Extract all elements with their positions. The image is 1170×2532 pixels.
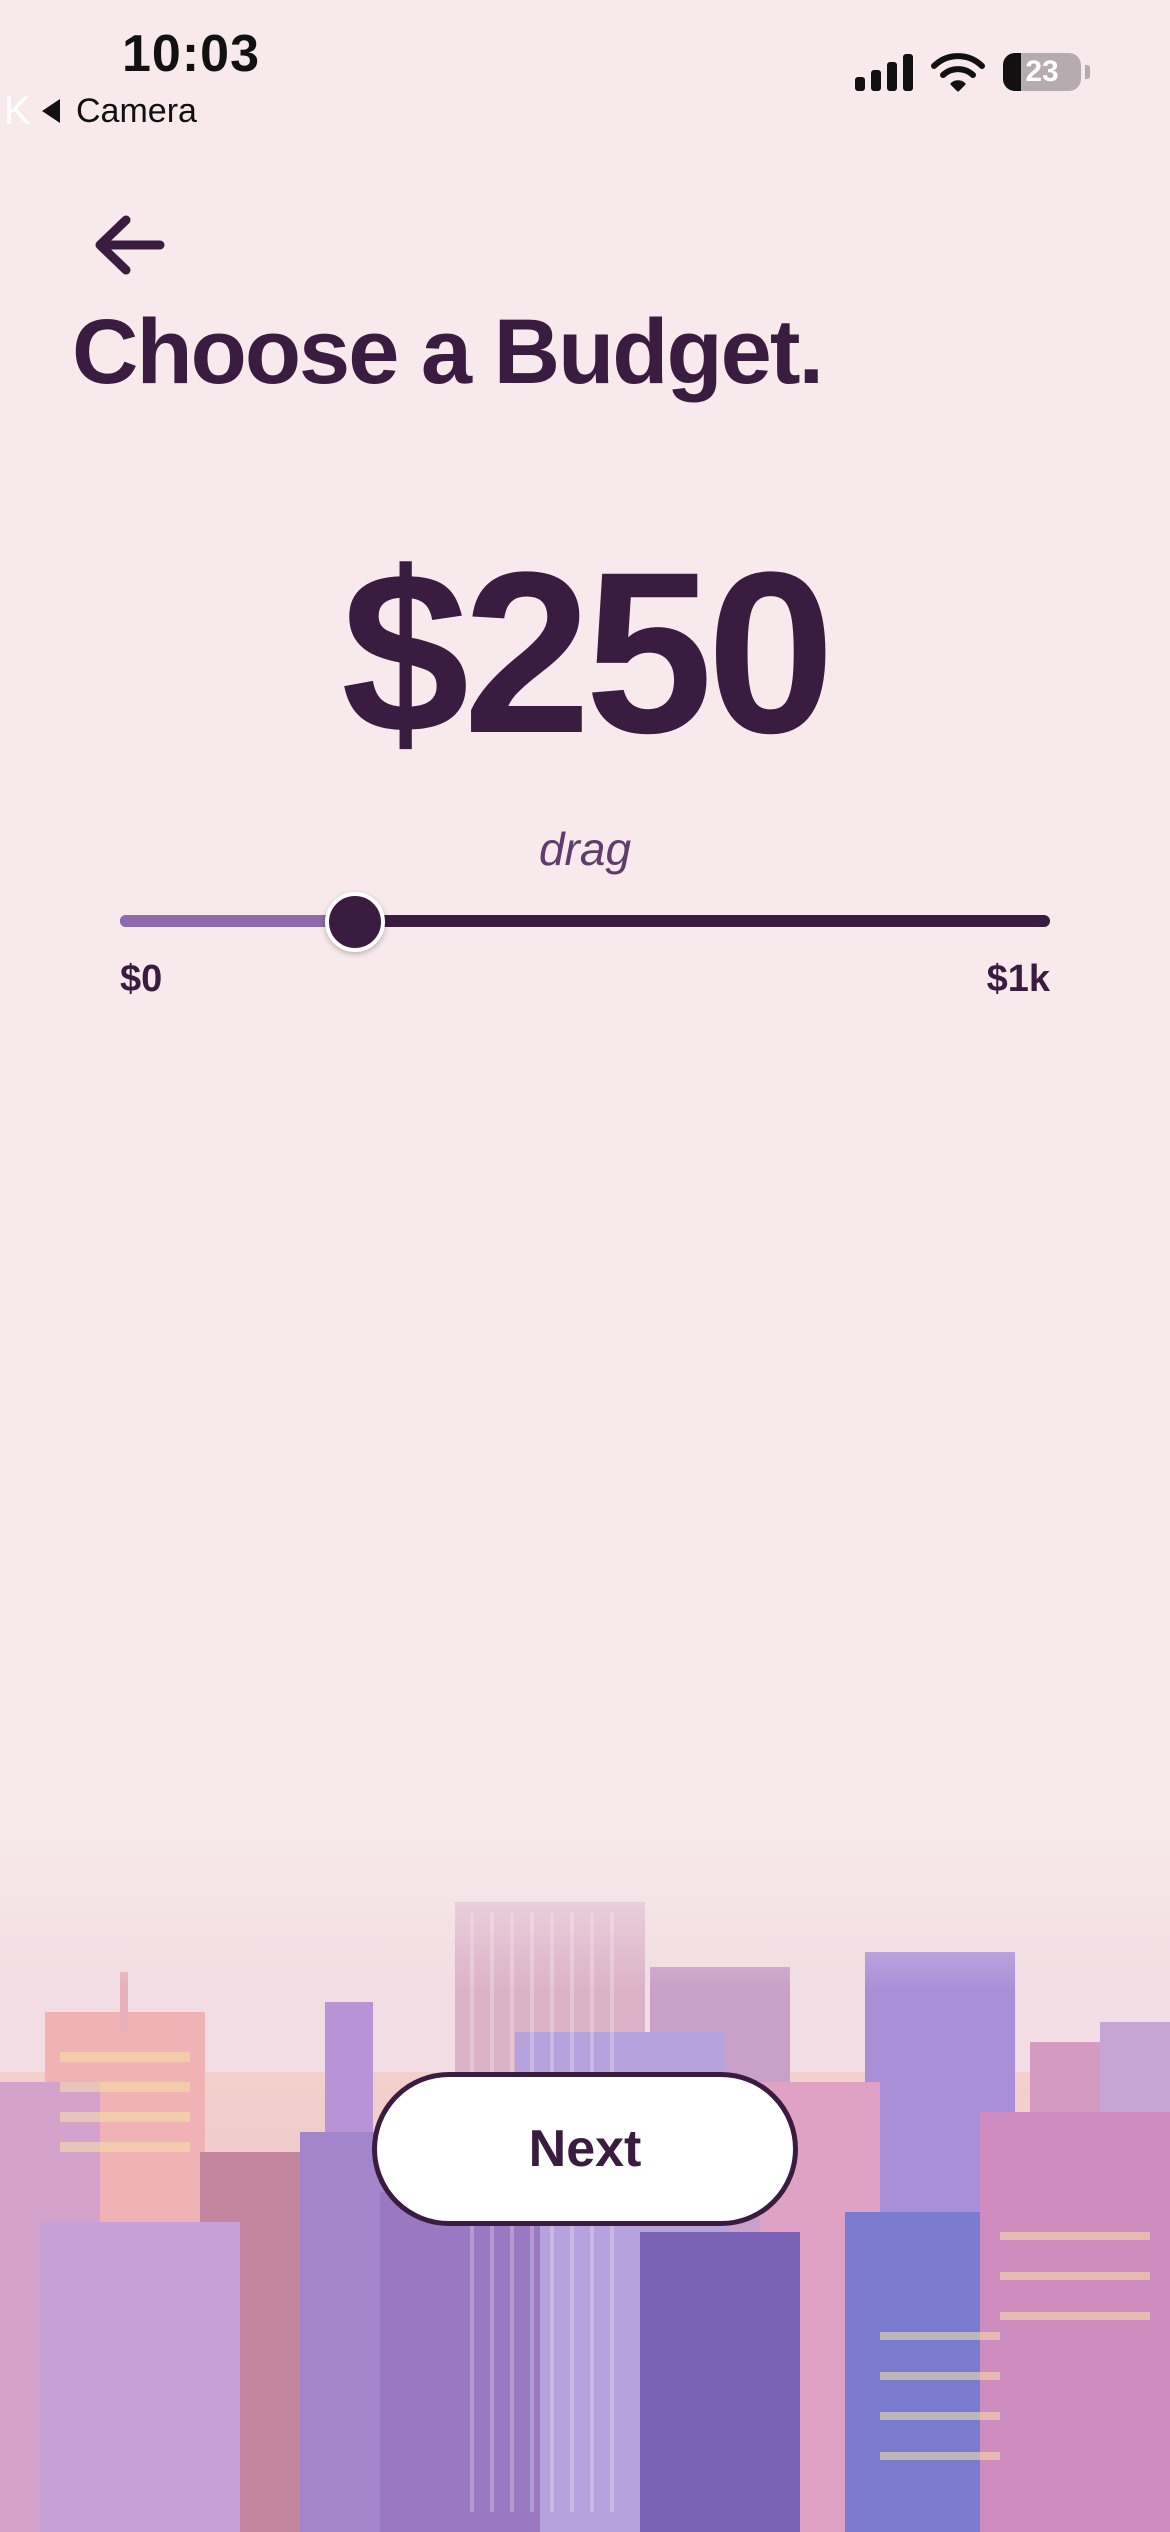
- arrow-left-icon: [95, 215, 165, 275]
- budget-slider[interactable]: [120, 890, 1050, 952]
- cellular-signal-icon: [855, 53, 913, 91]
- slider-max-label: $1k: [986, 958, 1050, 1000]
- slider-min-label: $0: [120, 958, 163, 1000]
- budget-amount: $250: [341, 524, 835, 781]
- back-app-label: Camera: [76, 91, 197, 130]
- battery-nub: [1085, 65, 1090, 79]
- slider-thumb[interactable]: [324, 892, 385, 952]
- status-time: 10:03: [122, 25, 260, 83]
- wifi-icon: [931, 53, 985, 92]
- back-app-glyph: K: [4, 88, 31, 133]
- battery-icon: 23: [1003, 53, 1081, 91]
- back-triangle-icon: [42, 99, 60, 123]
- status-bar: 10:03 K Camera 23: [0, 0, 1170, 140]
- next-button[interactable]: Next: [372, 2072, 798, 2226]
- page-title: Choose a Budget.: [72, 301, 824, 403]
- battery-percent: 23: [1025, 55, 1059, 88]
- slider-track-fill: [120, 915, 353, 927]
- back-button[interactable]: [90, 210, 170, 280]
- back-to-app-button[interactable]: K Camera: [0, 86, 197, 136]
- status-icons: 23: [855, 52, 1090, 92]
- drag-hint: drag: [538, 823, 632, 875]
